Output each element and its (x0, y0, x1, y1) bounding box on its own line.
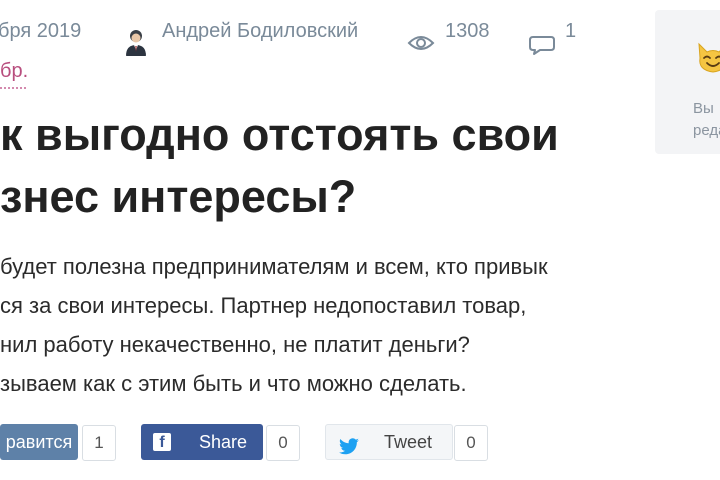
facebook-share-label: Share (199, 432, 248, 452)
speech-bubble-icon[interactable] (528, 34, 556, 61)
twitter-bird-icon (338, 433, 360, 467)
comments-count[interactable]: 1 (565, 20, 576, 43)
article-lead: будет полезна предпринимателям и всем, к… (0, 247, 640, 403)
lead-line: нил работу некачественно, не платит день… (0, 332, 470, 357)
tweet-count: 0 (454, 425, 488, 461)
editor-choice-widget[interactable]: Вы реда (655, 10, 720, 154)
facebook-share-button[interactable]: f Share (141, 424, 263, 460)
lead-line: будет полезна предпринимателям и всем, к… (0, 254, 548, 279)
vk-like-count: 1 (82, 425, 116, 461)
cat-face-icon (695, 40, 720, 81)
views-count: 1308 (445, 20, 490, 42)
widget-line: Вы (693, 100, 714, 117)
author-avatar[interactable] (124, 28, 148, 56)
tag-underline (0, 87, 26, 89)
article-meta: бря 2019 Андрей Бодиловский 1308 1 (0, 14, 600, 56)
facebook-icon: f (153, 433, 171, 451)
widget-label: Вы реда (693, 98, 720, 142)
tweet-label: Tweet (384, 432, 433, 452)
vk-like-button[interactable]: равится (0, 424, 78, 460)
lead-line: зываем как с этим быть и что можно сдела… (0, 371, 467, 396)
lead-line: ся за свои интересы. Партнер недопостави… (0, 293, 527, 318)
title-line: к выгодно отстоять свои (0, 109, 559, 160)
widget-line: реда (693, 122, 720, 139)
facebook-share-count: 0 (266, 425, 300, 461)
title-line: знес интересы? (0, 171, 357, 222)
author-name[interactable]: Андрей Бодиловский (162, 20, 358, 43)
eye-icon (407, 34, 435, 57)
publish-date: бря 2019 (0, 20, 82, 42)
article-title: к выгодно отстоять свои знес интересы? (0, 104, 640, 228)
share-bar: равится 1 f Share 0 Tweet 0 (0, 424, 640, 462)
category-tag[interactable]: бр. (0, 60, 28, 83)
tweet-button[interactable]: Tweet (325, 424, 453, 460)
vk-like-label: равится (5, 432, 73, 452)
